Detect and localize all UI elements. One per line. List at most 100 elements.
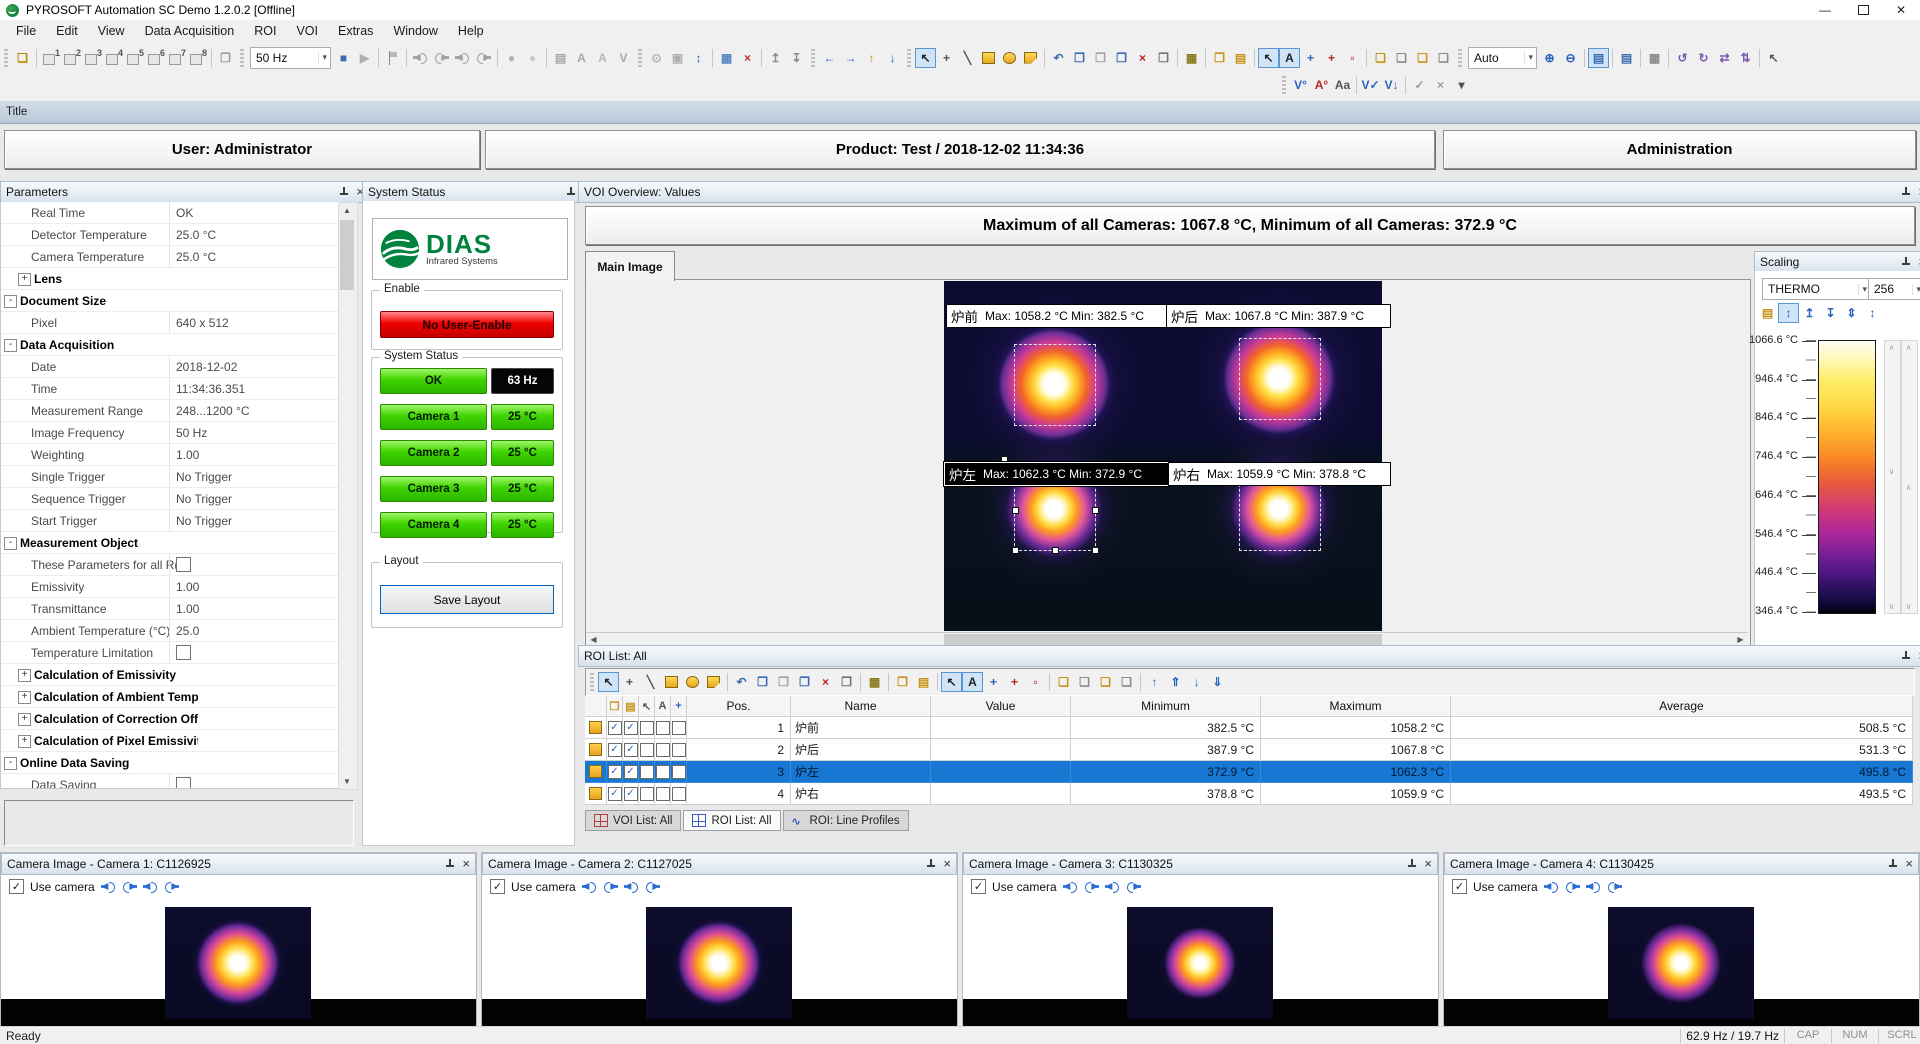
chevron-down-icon[interactable]: ▾ [1912,284,1920,295]
copy-icon[interactable]: ❐ [1069,48,1090,68]
list-save-icon[interactable]: ▤ [625,700,635,713]
menu-item-file[interactable]: File [6,20,46,42]
column-header-average[interactable]: Average [1451,696,1913,717]
scale-min-icon[interactable]: ↧ [1820,303,1841,323]
row-checkbox[interactable]: ✓ [608,743,622,757]
audio-record-icon[interactable] [452,48,473,68]
tab-voi-list-all[interactable]: VOI List: All [585,810,681,831]
frequency-combo[interactable]: 50 Hz▾ [250,47,331,69]
tab-roi-list-all[interactable]: ROI List: All [683,810,780,831]
close-icon[interactable]: × [943,858,951,870]
roi-rectangle[interactable] [1014,344,1096,426]
edit-roi-icon[interactable]: ↖ [1258,48,1279,68]
no-user-enable-button[interactable]: No User-Enable [380,311,554,338]
roi-image-label[interactable]: 炉左Max: 1062.3 °C Min: 372.9 °C [944,462,1169,486]
row-checkbox[interactable] [656,787,670,801]
play-icon[interactable]: ▶ [354,48,375,68]
marker-icon[interactable]: ▣ [667,48,688,68]
window-2-icon[interactable]: 2 [61,48,82,68]
column-header-maximum[interactable]: Maximum [1261,696,1451,717]
audio-channel-icon[interactable] [1586,880,1601,893]
param-row[interactable]: +Calculation of Correction Offset [1,708,339,730]
row-checkbox[interactable]: ✓ [608,765,622,779]
table-add-icon[interactable]: ▦ [716,48,737,68]
roi-draw-rectangle-icon[interactable] [661,672,682,692]
list-add-icon[interactable]: + [675,700,681,712]
row-checkbox[interactable]: ✓ [624,743,638,757]
pin-icon[interactable] [1900,256,1911,268]
param-row[interactable]: Measurement Range248...1200 °C [1,400,339,422]
cancel-icon[interactable]: × [1430,75,1451,95]
roi-handle[interactable] [1012,547,1019,554]
row-checkbox[interactable] [672,721,686,735]
param-row[interactable]: Pixel640 x 512 [1,312,339,334]
delete-icon[interactable]: × [1132,48,1153,68]
status-button-camera-3[interactable]: Camera 3 [380,476,487,502]
roi-draw-line-icon[interactable]: ╲ [640,672,661,692]
roi-handle[interactable] [1092,547,1099,554]
roi-image-label[interactable]: 炉右Max: 1059.9 °C Min: 378.8 °C [1168,462,1391,486]
audio-channel-icon[interactable] [1063,880,1078,893]
alarm-config-icon[interactable]: Aa [1332,75,1353,95]
chevron-down-icon[interactable]: ▾ [1524,52,1536,63]
roi-bring-forward-icon[interactable]: ❏ [1095,672,1116,692]
roi-remove-icon[interactable]: ▫ [1025,672,1046,692]
window-7-icon[interactable]: 7 [166,48,187,68]
menu-item-help[interactable]: Help [448,20,494,42]
save-layout-button[interactable]: Save Layout [380,585,554,614]
zoom-out-icon[interactable]: ⊖ [1560,48,1581,68]
row-checkbox[interactable] [672,743,686,757]
param-row[interactable]: Weighting1.00 [1,444,339,466]
audio-channel-icon[interactable] [122,880,137,893]
pin-icon[interactable] [1900,186,1911,198]
copy-to-icon[interactable]: ❐ [1153,48,1174,68]
table-delete-icon[interactable]: × [737,48,758,68]
roi-image-label[interactable]: 炉后Max: 1067.8 °C Min: 387.9 °C [1166,304,1391,328]
maximize-button[interactable] [1844,0,1882,20]
status-button-ok[interactable]: OK [380,368,487,394]
roi-edit-icon[interactable]: ↖ [941,672,962,692]
param-checkbox[interactable] [176,777,191,789]
draw-rectangle-icon[interactable] [978,48,999,68]
param-row[interactable]: Single TriggerNo Trigger [1,466,339,488]
chevron-up-icon[interactable]: ∧ [1885,343,1898,352]
param-row[interactable]: Transmittance1.00 [1,598,339,620]
load-rois-icon[interactable]: ❐ [1209,48,1230,68]
param-row[interactable]: Sequence TriggerNo Trigger [1,488,339,510]
close-button[interactable]: ✕ [1882,0,1920,20]
window-config-icon[interactable]: ❐ [215,48,236,68]
record-icon[interactable]: ● [501,48,522,68]
scroll-down-icon[interactable]: ▼ [339,774,355,789]
roi-add-icon[interactable]: + [983,672,1004,692]
status-button-camera-1[interactable]: Camera 1 [380,404,487,430]
roi-load-icon[interactable]: ❐ [892,672,913,692]
row-checkbox[interactable]: ✓ [608,787,622,801]
add-roi-icon[interactable]: + [1300,48,1321,68]
roi-move-top-icon[interactable]: ↑ [1144,672,1165,692]
pin-icon[interactable] [444,858,455,870]
roi-copy-to-icon[interactable]: ❐ [836,672,857,692]
nav-down-icon[interactable]: ↓ [882,48,903,68]
param-row[interactable]: -Document Size [1,290,339,312]
param-row[interactable]: +Calculation of Emissivity [1,664,339,686]
select-pointer-icon[interactable]: ↖ [915,48,936,68]
expander-icon[interactable]: + [18,691,31,704]
grid-icon[interactable]: ▦ [1644,48,1665,68]
updown-icon[interactable]: ↕ [688,48,709,68]
image-horizontal-scrollbar[interactable]: ◀ ▶ [586,632,1748,646]
menu-item-extras[interactable]: Extras [328,20,383,42]
full-image-icon[interactable]: ▤ [1616,48,1637,68]
param-checkbox[interactable] [176,645,191,660]
audio-channel-icon[interactable] [1126,880,1141,893]
roi-select-pointer-icon[interactable]: ↖ [598,672,619,692]
audio-channel-icon[interactable] [1607,880,1622,893]
zoom-combo[interactable]: Auto▾ [1468,47,1537,69]
roi-draw-point-icon[interactable]: + [619,672,640,692]
list-select-icon[interactable]: ↖ [642,700,651,713]
scale-min-spinner[interactable]: ∧ ∧ ∨ [1901,340,1918,614]
use-camera-checkbox[interactable]: ✓ [9,879,24,894]
table-row[interactable]: ✓✓3炉左372.9 °C1062.3 °C495.8 °C [585,761,1913,783]
scale-max-icon[interactable]: ↥ [1799,303,1820,323]
scale-reset-icon[interactable]: ↕ [1862,303,1883,323]
tab-main-image[interactable]: Main Image [585,251,675,281]
